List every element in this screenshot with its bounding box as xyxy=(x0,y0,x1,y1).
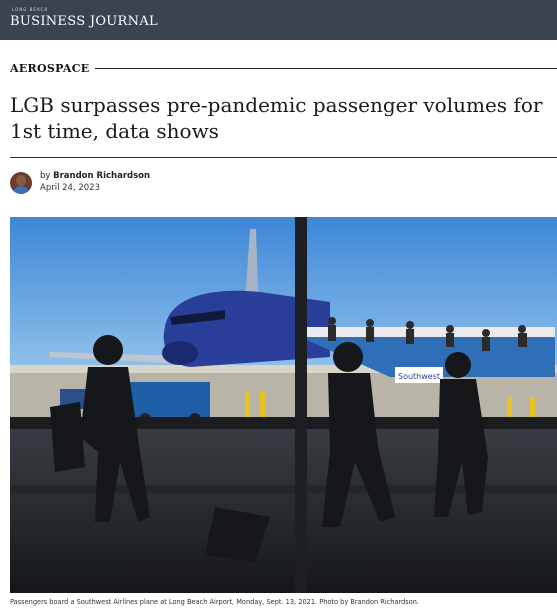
masthead-bar: LONG BEACH BUSINESS JOURNAL xyxy=(0,0,557,40)
section-divider xyxy=(95,67,557,69)
logo-name: BUSINESS JOURNAL xyxy=(10,14,158,29)
section-header: AEROSPACE xyxy=(10,59,557,77)
avatar-shirt xyxy=(12,186,30,194)
logo-kicker: LONG BEACH xyxy=(12,7,49,12)
photo-caption: Passengers board a Southwest Airlines pl… xyxy=(10,598,420,606)
window-frame-v xyxy=(295,217,307,593)
section-link[interactable]: AEROSPACE xyxy=(10,62,95,75)
author-avatar[interactable] xyxy=(10,172,32,194)
avatar-face xyxy=(16,175,26,186)
article-photo: Southwest xyxy=(10,217,557,593)
ground-vehicle xyxy=(125,382,210,417)
byline-text: by Brandon Richardson xyxy=(40,171,150,181)
site-logo[interactable]: LONG BEACH BUSINESS JOURNAL xyxy=(10,7,158,29)
article-headline: LGB surpasses pre-pandemic passenger vol… xyxy=(10,93,543,143)
jetbridge-logo: Southwest xyxy=(398,372,440,381)
author-name[interactable]: Brandon Richardson xyxy=(53,171,150,181)
publish-date: April 24, 2023 xyxy=(40,183,100,193)
byline-prefix: by xyxy=(40,171,51,181)
headline-divider xyxy=(10,157,557,158)
